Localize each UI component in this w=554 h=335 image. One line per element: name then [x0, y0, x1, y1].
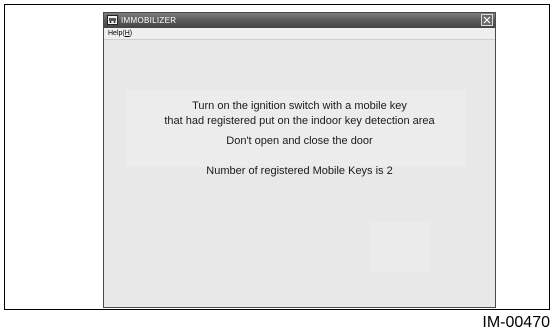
registered-keys-count: Number of registered Mobile Keys is 2 [206, 165, 393, 177]
close-icon [483, 16, 491, 24]
instruction-line-3: Don't open and close the door [226, 135, 373, 147]
menu-help-suffix: ) [129, 30, 133, 37]
window-title: IMMOBILIZER [121, 16, 177, 25]
menu-help-prefix: Help( [108, 30, 125, 37]
instruction-line-1: Turn on the ignition switch with a mobil… [192, 100, 407, 112]
menu-help[interactable]: Help(H) [108, 28, 132, 39]
immobilizer-window: IMMOBILIZER Help(H) Turn on the ignition… [103, 12, 496, 308]
car-key-icon [107, 15, 118, 25]
content-area: Turn on the ignition switch with a mobil… [104, 40, 495, 307]
close-button[interactable] [481, 14, 493, 26]
instruction-line-2: that had registered put on the indoor ke… [164, 115, 435, 127]
title-bar[interactable]: IMMOBILIZER [104, 13, 495, 28]
figure-reference-label: IM-00470 [482, 314, 550, 331]
background-box [369, 222, 429, 272]
menu-bar: Help(H) [104, 28, 495, 40]
